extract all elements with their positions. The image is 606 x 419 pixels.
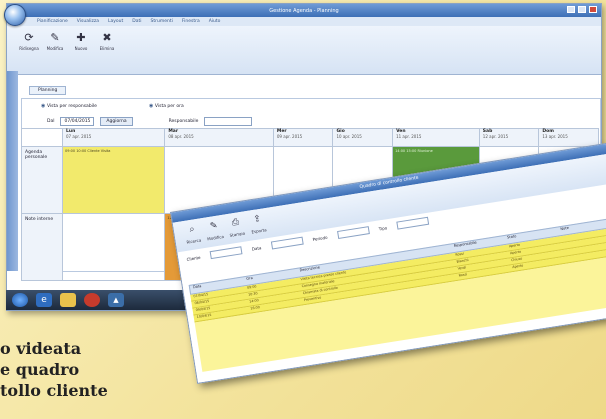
ribbon: ⟳ Ridisegna ✎ Modifica ✚ Nuovo ✖ Elimina bbox=[7, 26, 601, 75]
maximize-button[interactable] bbox=[578, 6, 586, 13]
menu-item[interactable]: Strumenti bbox=[151, 19, 173, 24]
app-icon[interactable]: ▲ bbox=[108, 293, 124, 307]
app-menu-button[interactable] bbox=[4, 4, 26, 26]
calendar-cell[interactable] bbox=[61, 213, 166, 281]
date-filter: Dal 07/04/2015 Aggiorna Responsabile bbox=[47, 117, 253, 126]
edit-button[interactable]: ✎ Modifica bbox=[45, 30, 65, 52]
menu-item[interactable]: Visualizza bbox=[77, 19, 99, 24]
menu-item[interactable]: Dati bbox=[132, 19, 141, 24]
type-field[interactable] bbox=[396, 216, 430, 230]
delete-icon: ✖ bbox=[102, 30, 112, 44]
title-bar: Gestione Agenda - Planning bbox=[7, 4, 601, 17]
new-button[interactable]: ✚ Nuovo bbox=[71, 30, 91, 52]
start-button[interactable] bbox=[12, 293, 28, 307]
refresh-button[interactable]: ⟳ Ridisegna bbox=[19, 30, 39, 52]
tab-planning[interactable]: Planning bbox=[29, 86, 67, 95]
window-controls bbox=[567, 6, 597, 13]
radio-by-hour[interactable]: Vista per ora bbox=[149, 103, 184, 109]
new-icon: ✚ bbox=[76, 30, 86, 44]
edit-icon: ✎ bbox=[209, 220, 219, 232]
customer-field[interactable] bbox=[209, 246, 243, 260]
event-cell[interactable]: 09:00 10:00 Cliente Visita bbox=[61, 146, 166, 214]
date-field[interactable]: 07/04/2015 bbox=[60, 117, 95, 126]
explorer-icon[interactable]: e bbox=[36, 293, 52, 307]
browser-icon[interactable] bbox=[84, 293, 100, 307]
update-button[interactable]: Aggiorna bbox=[100, 117, 133, 126]
folder-icon[interactable] bbox=[60, 293, 76, 307]
day-header: Sab 12 apr. 2015 bbox=[478, 128, 540, 147]
day-header: Mer 09 apr. 2015 bbox=[272, 128, 334, 147]
screenshot-collage: Gestione Agenda - Planning Pianificazion… bbox=[0, 0, 606, 419]
delete-button[interactable]: ✖ Elimina bbox=[97, 30, 117, 52]
caption-line: e quadro bbox=[0, 360, 80, 379]
window-title: Gestione Agenda - Planning bbox=[269, 7, 339, 14]
day-header: Gio 10 apr. 2015 bbox=[332, 128, 394, 147]
radio-by-owner[interactable]: Vista per responsabile bbox=[41, 103, 97, 109]
close-button[interactable] bbox=[589, 6, 597, 13]
day-header: Dom 13 apr. 2015 bbox=[538, 128, 599, 147]
menu-bar: Pianificazione Visualizza Layout Dati St… bbox=[7, 17, 601, 26]
owner-select[interactable] bbox=[204, 117, 253, 126]
day-header: Ven 11 apr. 2015 bbox=[392, 128, 480, 147]
row-header: Agenda personale bbox=[21, 146, 63, 214]
view-options: Vista per responsabile Vista per ora bbox=[41, 103, 184, 109]
menu-item[interactable]: Aiuto bbox=[209, 19, 221, 24]
caption-line: o videata bbox=[0, 339, 82, 358]
day-header: Mar 08 apr. 2015 bbox=[164, 128, 274, 147]
filter-label: Dal bbox=[47, 119, 55, 124]
menu-item[interactable]: Layout bbox=[108, 19, 123, 24]
minimize-button[interactable] bbox=[567, 6, 575, 13]
refresh-icon: ⟳ bbox=[24, 30, 34, 44]
export-icon: ⇪ bbox=[252, 213, 262, 225]
menu-item[interactable]: Pianificazione bbox=[37, 19, 68, 24]
day-header: Lun 07 apr. 2015 bbox=[61, 128, 166, 147]
row-header: Note interne bbox=[21, 213, 63, 281]
navigation-pane[interactable] bbox=[7, 71, 18, 271]
menu-item[interactable]: Finestra bbox=[182, 19, 200, 24]
owner-label: Responsabile bbox=[168, 119, 199, 124]
caption-line: tollo cliente bbox=[0, 381, 108, 400]
edit-icon: ✎ bbox=[50, 30, 60, 44]
date-field[interactable] bbox=[270, 236, 304, 250]
corner-cell bbox=[21, 128, 63, 147]
print-icon: ⎙ bbox=[231, 217, 240, 229]
caption: o videata e quadro tollo cliente bbox=[0, 338, 108, 401]
search-icon: ⌕ bbox=[188, 224, 196, 236]
period-field[interactable] bbox=[336, 226, 370, 240]
